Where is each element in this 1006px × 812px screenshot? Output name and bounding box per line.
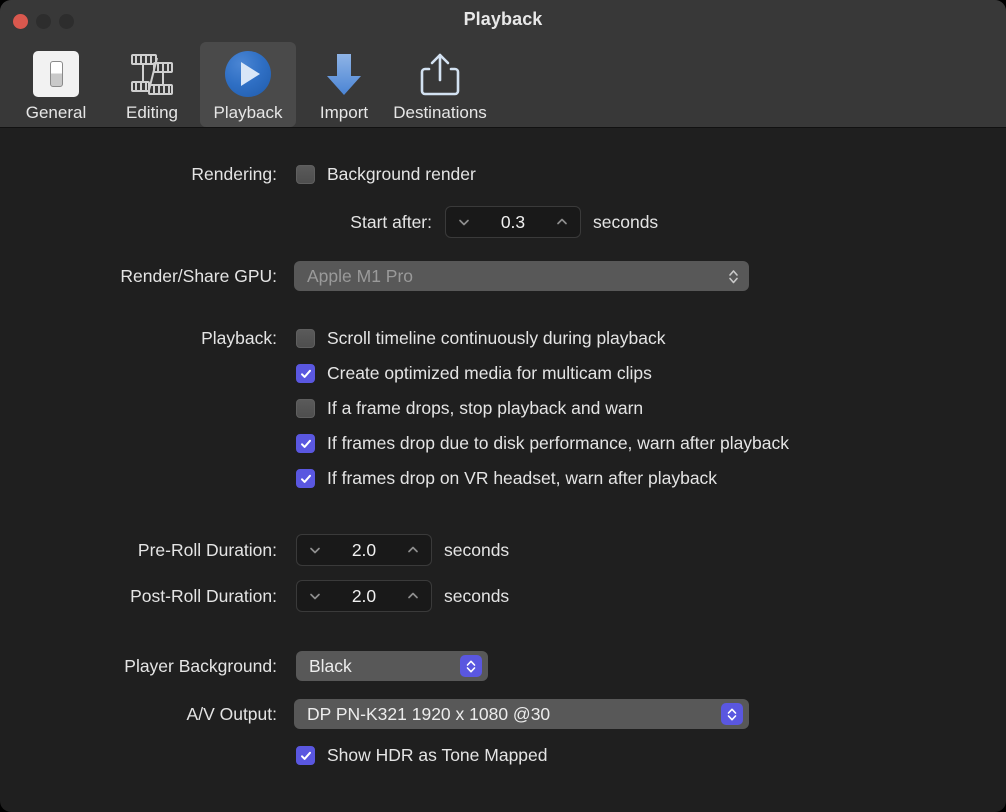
start-after-stepper[interactable]: 0.3 (445, 206, 581, 238)
av-output-popup[interactable]: DP PN-K321 1920 x 1080 @30 (294, 699, 749, 729)
toolbar-label-editing: Editing (126, 103, 178, 123)
download-arrow-icon (318, 48, 370, 100)
playback-option-checkbox-0[interactable] (296, 329, 315, 348)
toolbar-item-editing[interactable]: Editing (104, 42, 200, 127)
playback-option-label-4: If frames drop on VR headset, warn after… (327, 468, 717, 489)
playback-option-checkbox-1[interactable] (296, 364, 315, 383)
row-render-share-gpu: Render/Share GPU: Apple M1 Pro (0, 261, 749, 291)
window-title: Playback (0, 9, 1006, 30)
player-background-label: Player Background: (0, 656, 277, 677)
titlebar: Playback General (0, 0, 1006, 128)
render-share-gpu-value: Apple M1 Pro (307, 266, 726, 287)
pre-roll-units: seconds (444, 540, 509, 561)
show-hdr-checkbox[interactable] (296, 746, 315, 765)
toolbar-item-playback[interactable]: Playback (200, 42, 296, 127)
playback-option-label-1: Create optimized media for multicam clip… (327, 363, 652, 384)
toolbar-item-destinations[interactable]: Destinations (392, 42, 488, 127)
toolbar-item-import[interactable]: Import (296, 42, 392, 127)
playback-option-checkbox-3[interactable] (296, 434, 315, 453)
checkmark-icon (300, 368, 312, 380)
playback-option-row-1[interactable]: Create optimized media for multicam clip… (296, 363, 652, 384)
playback-option-row-2[interactable]: If a frame drops, stop playback and warn (296, 398, 643, 419)
chevron-up-down-icon[interactable] (721, 703, 743, 725)
toolbar-label-import: Import (320, 103, 368, 123)
start-after-units: seconds (593, 212, 658, 233)
av-output-label: A/V Output: (0, 704, 277, 725)
post-roll-stepper[interactable]: 2.0 (296, 580, 432, 612)
pre-roll-label: Pre-Roll Duration: (0, 540, 277, 561)
av-output-value: DP PN-K321 1920 x 1080 @30 (307, 704, 721, 725)
player-background-popup[interactable]: Black (296, 651, 488, 681)
playback-option-label-2: If a frame drops, stop playback and warn (327, 398, 643, 419)
toolbar-item-general[interactable]: General (8, 42, 104, 127)
playback-option-label-3: If frames drop due to disk performance, … (327, 433, 789, 454)
preferences-toolbar: General (8, 42, 488, 127)
play-circle-icon (222, 48, 274, 100)
playback-option-row-0[interactable]: Scroll timeline continuously during play… (296, 328, 666, 349)
playback-option-row-3[interactable]: If frames drop due to disk performance, … (296, 433, 789, 454)
start-after-value: 0.3 (471, 212, 555, 233)
chevron-up-icon[interactable] (555, 215, 569, 229)
settings-content: Rendering: Background render Start after… (0, 128, 1006, 812)
toolbar-label-destinations: Destinations (393, 103, 487, 123)
chevron-down-icon[interactable] (457, 215, 471, 229)
preferences-window: Playback General (0, 0, 1006, 812)
chevron-up-down-icon[interactable] (460, 655, 482, 677)
toggle-switch-icon (30, 48, 82, 100)
pre-roll-value: 2.0 (322, 540, 406, 561)
background-render-label: Background render (327, 164, 476, 185)
render-share-gpu-label: Render/Share GPU: (0, 266, 277, 287)
playback-label: Playback: (0, 328, 277, 349)
row-pre-roll: Pre-Roll Duration: 2.0 seconds (0, 534, 509, 566)
share-export-icon (414, 48, 466, 100)
show-hdr-label: Show HDR as Tone Mapped (327, 745, 548, 766)
row-post-roll: Post-Roll Duration: 2.0 seconds (0, 580, 509, 612)
checkmark-icon (300, 473, 312, 485)
show-hdr-row[interactable]: Show HDR as Tone Mapped (296, 745, 548, 766)
checkmark-icon (300, 750, 312, 762)
row-player-background: Player Background: Black (0, 651, 488, 681)
row-playback-option-0: Playback: Scroll timeline continuously d… (0, 328, 666, 349)
pre-roll-stepper[interactable]: 2.0 (296, 534, 432, 566)
toolbar-label-general: General (26, 103, 86, 123)
row-rendering: Rendering: Background render (0, 164, 476, 185)
post-roll-label: Post-Roll Duration: (0, 586, 277, 607)
post-roll-value: 2.0 (322, 586, 406, 607)
playback-option-checkbox-4[interactable] (296, 469, 315, 488)
chevron-down-icon[interactable] (308, 543, 322, 557)
player-background-value: Black (309, 656, 460, 677)
render-share-gpu-popup[interactable]: Apple M1 Pro (294, 261, 749, 291)
post-roll-units: seconds (444, 586, 509, 607)
rendering-label: Rendering: (0, 164, 277, 185)
film-strips-icon (126, 48, 178, 100)
start-after-label: Start after: (0, 212, 432, 233)
playback-option-label-0: Scroll timeline continuously during play… (327, 328, 666, 349)
background-render-checkbox[interactable] (296, 165, 315, 184)
chevron-up-down-icon[interactable] (726, 267, 741, 286)
playback-option-checkbox-2[interactable] (296, 399, 315, 418)
playback-option-row-4[interactable]: If frames drop on VR headset, warn after… (296, 468, 717, 489)
toolbar-label-playback: Playback (214, 103, 283, 123)
background-render-checkbox-row[interactable]: Background render (296, 164, 476, 185)
chevron-up-icon[interactable] (406, 589, 420, 603)
checkmark-icon (300, 438, 312, 450)
row-start-after: Start after: 0.3 seconds (0, 206, 658, 238)
chevron-up-icon[interactable] (406, 543, 420, 557)
row-av-output: A/V Output: DP PN-K321 1920 x 1080 @30 (0, 699, 749, 729)
chevron-down-icon[interactable] (308, 589, 322, 603)
